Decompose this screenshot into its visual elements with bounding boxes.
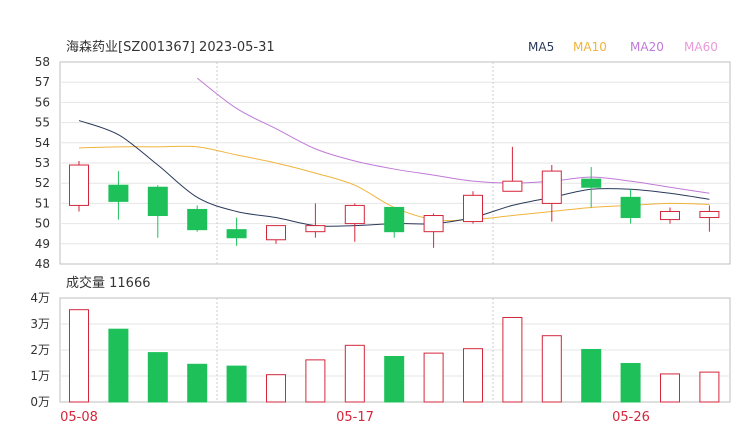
volume-bar	[581, 348, 602, 403]
volume-tick-label: 0万	[30, 395, 50, 409]
volume-bar	[463, 348, 483, 403]
volume-bar	[69, 309, 89, 403]
volume-tick-label: 3万	[30, 317, 50, 331]
volume-bar	[541, 335, 562, 403]
volume-title: 成交量 11666	[66, 275, 151, 291]
candle	[463, 191, 483, 224]
price-tick-label: 53	[35, 156, 50, 170]
volume-bar	[305, 359, 326, 403]
legend-ma20: MA20	[630, 40, 664, 54]
volume-axis: 4万 3万 2万 1万 0万	[30, 291, 50, 409]
candle	[581, 167, 602, 208]
candle-body	[147, 186, 168, 217]
candle-body	[541, 170, 562, 204]
ma20-line	[196, 77, 710, 194]
candles	[69, 146, 720, 248]
price-tick-label: 48	[35, 257, 50, 271]
candle	[266, 225, 286, 244]
candle	[147, 185, 168, 238]
volume-bar	[266, 374, 286, 403]
candle	[69, 160, 89, 212]
candle	[305, 203, 326, 238]
candle	[384, 206, 405, 238]
legend: MA5 MA10 MA20 MA60	[528, 40, 718, 54]
price-tick-label: 50	[35, 217, 50, 231]
volume-bar	[502, 317, 523, 403]
candle-body	[699, 210, 720, 219]
candle-body	[69, 164, 89, 206]
legend-ma10: MA10	[573, 40, 607, 54]
candle-body	[305, 225, 326, 233]
candle-body	[266, 225, 286, 241]
candle-body	[581, 178, 602, 188]
volume-bar	[108, 328, 129, 403]
candle-body	[660, 210, 680, 221]
volume-bar	[699, 371, 720, 403]
legend-ma60: MA60	[684, 40, 718, 54]
price-tick-label: 57	[35, 75, 50, 89]
candle	[344, 203, 365, 242]
volume-bar	[620, 363, 641, 403]
volume-tick-label: 2万	[30, 343, 50, 357]
candle	[699, 205, 720, 232]
volume-bar	[384, 356, 405, 403]
moving-average-lines	[78, 77, 710, 227]
candle-body	[108, 184, 129, 202]
candle-body	[502, 180, 523, 192]
price-tick-label: 55	[35, 116, 50, 130]
x-axis: 05-08 05-17 05-26	[60, 410, 650, 425]
candle	[108, 171, 129, 220]
price-tick-label: 49	[35, 237, 50, 251]
chart-canvas: 海森药业[SZ001367] 2023-05-31 MA5 MA10 MA20 …	[30, 40, 731, 425]
chart-title: 海森药业[SZ001367] 2023-05-31	[66, 40, 275, 55]
x-tick-label: 05-17	[336, 410, 374, 425]
candle	[226, 217, 247, 246]
stock-chart: 海森药业[SZ001367] 2023-05-31 MA5 MA10 MA20 …	[0, 0, 740, 440]
candle-body	[226, 229, 247, 239]
volume-bar	[187, 363, 208, 403]
candle	[187, 205, 208, 232]
x-tick-label: 05-26	[612, 410, 650, 425]
candle-body	[344, 204, 365, 225]
x-tick-label: 05-08	[60, 410, 98, 425]
volume-bar	[344, 344, 365, 403]
legend-ma5: MA5	[528, 40, 554, 54]
candle	[502, 146, 523, 192]
candle-body	[620, 196, 641, 219]
price-axis: 58 57 56 55 54 53 52 51 50 49 48	[35, 55, 50, 271]
volume-bar	[660, 373, 680, 403]
volume-bar	[226, 365, 247, 403]
candle	[541, 165, 562, 222]
price-tick-label: 52	[35, 176, 50, 190]
candle	[620, 189, 641, 224]
volume-bar	[423, 352, 444, 403]
candle	[660, 207, 680, 224]
price-grid	[59, 61, 731, 265]
candle-body	[384, 206, 405, 233]
candle	[423, 213, 444, 248]
candle-body	[187, 208, 208, 231]
price-tick-label: 54	[35, 136, 50, 150]
price-tick-label: 58	[35, 55, 50, 69]
volume-tick-label: 1万	[30, 369, 50, 383]
price-tick-label: 56	[35, 95, 50, 109]
candle-body	[423, 215, 444, 233]
volume-bar	[147, 352, 168, 403]
candle-body	[463, 194, 483, 223]
price-tick-label: 51	[35, 196, 50, 210]
volume-tick-label: 4万	[30, 291, 50, 305]
